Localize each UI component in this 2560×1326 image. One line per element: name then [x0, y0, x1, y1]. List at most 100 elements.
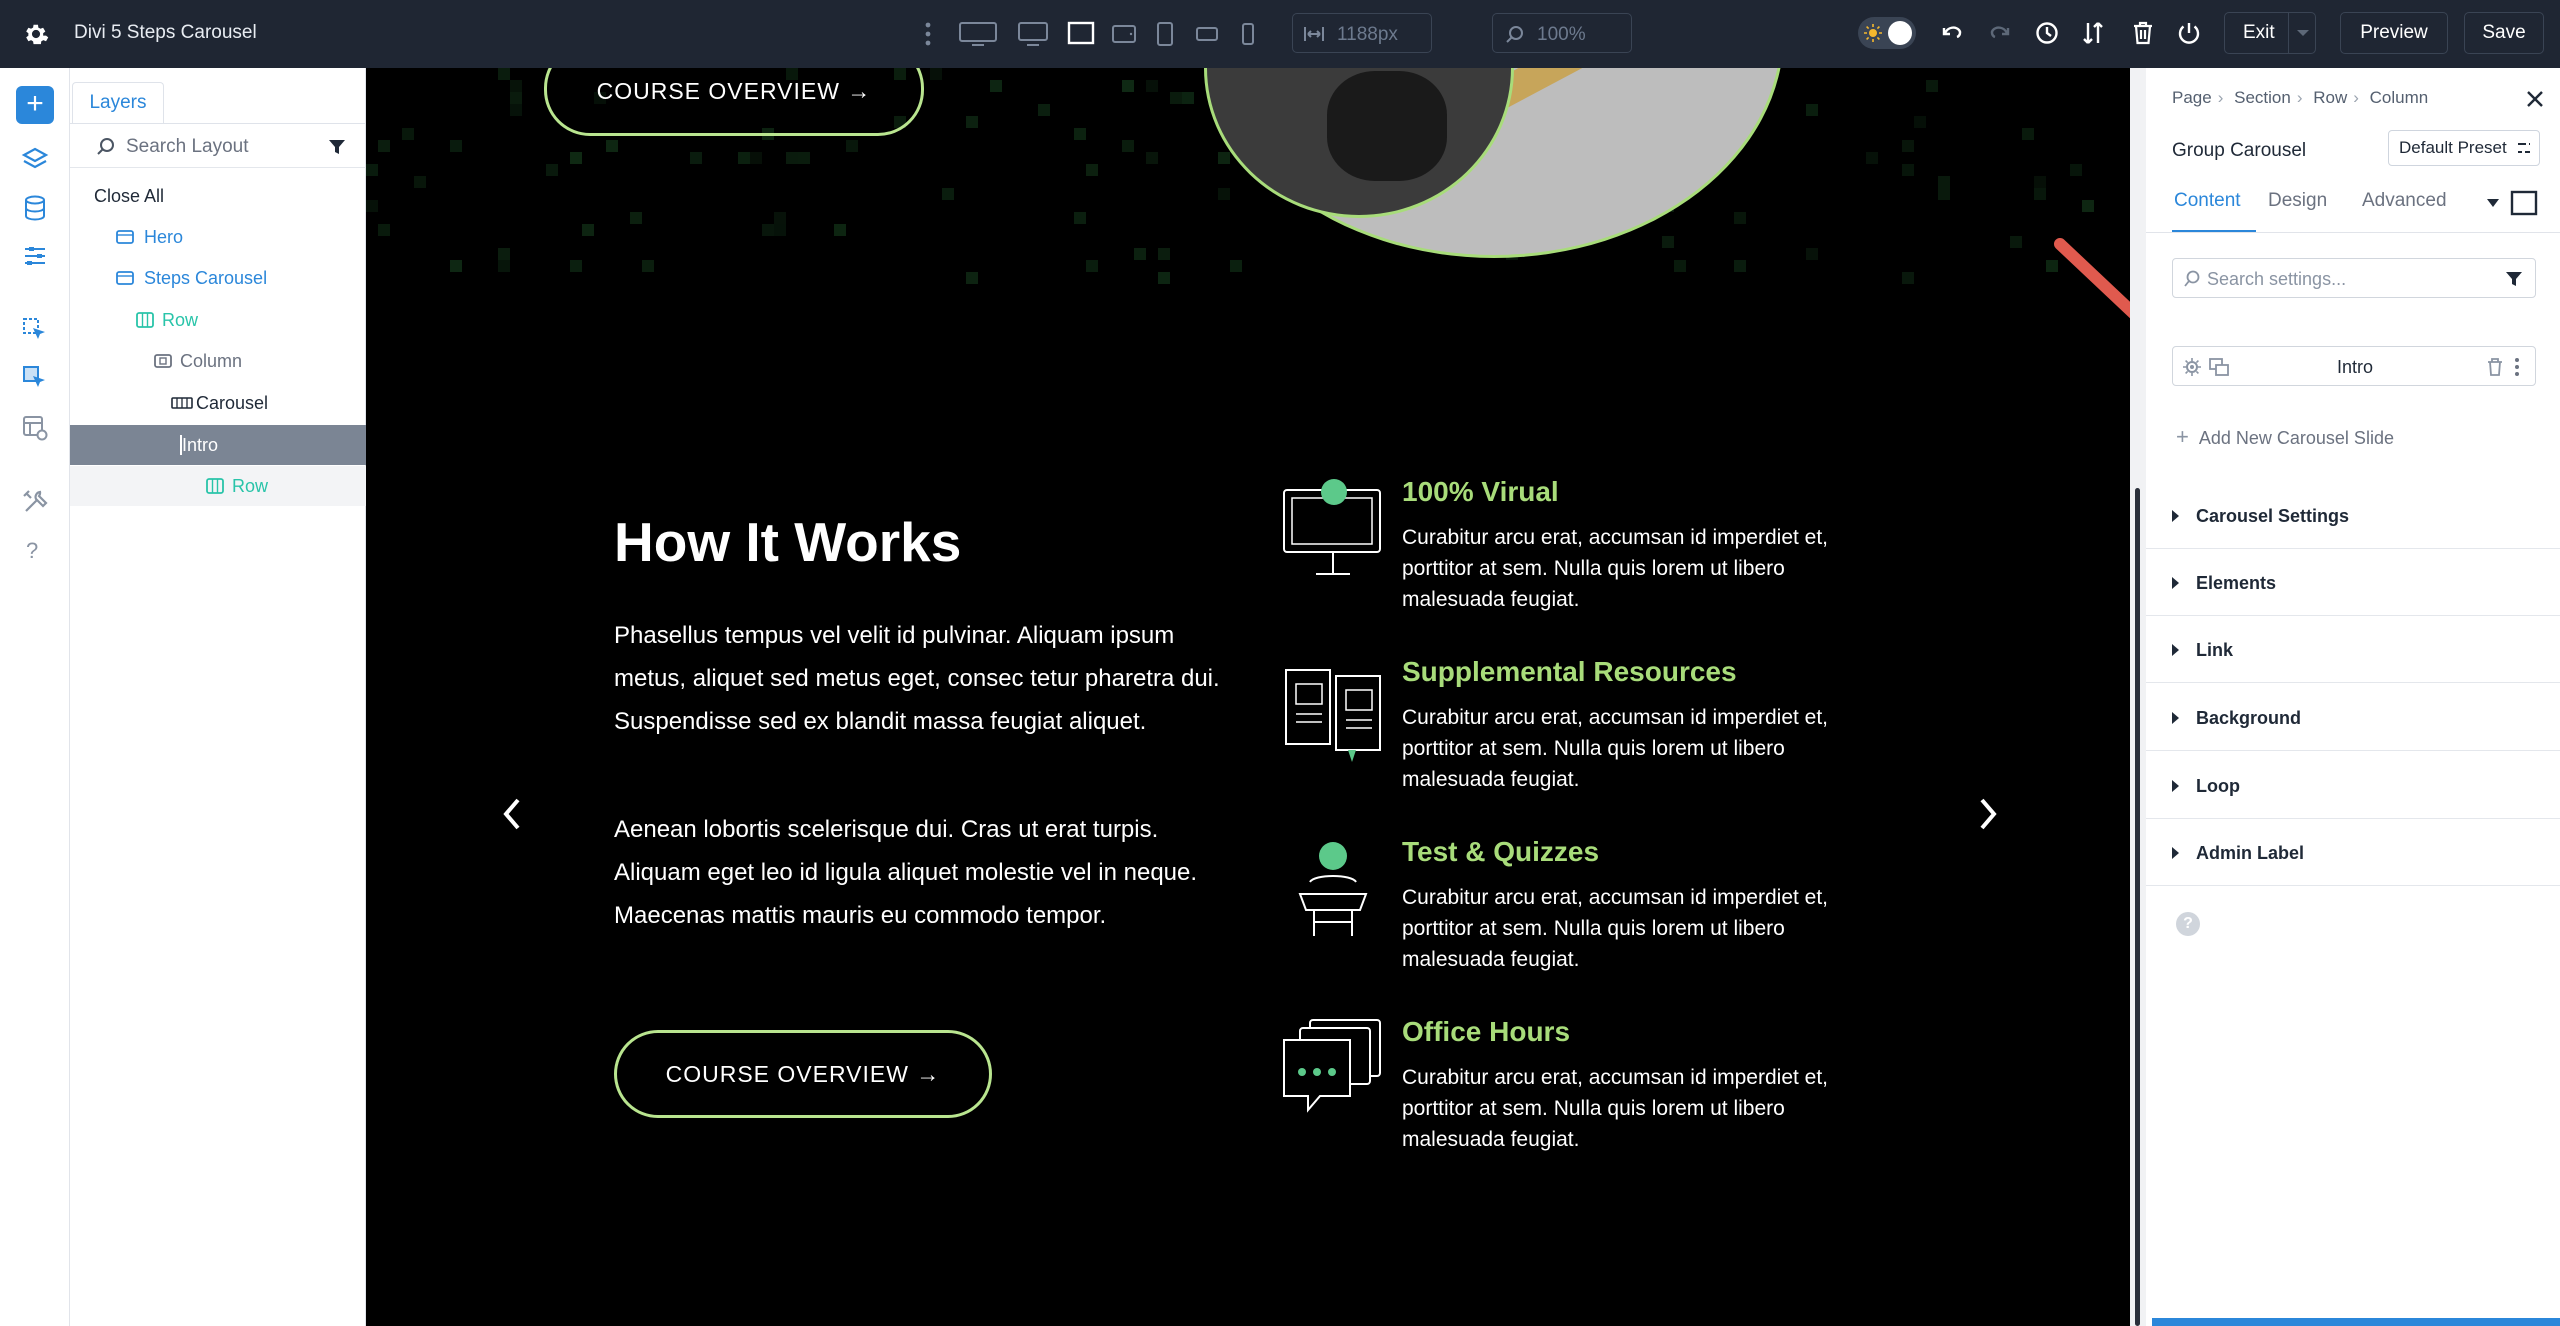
pixel-dot — [1134, 248, 1146, 260]
layer-item-row-child[interactable]: Row — [70, 466, 366, 506]
carousel-slide-item[interactable]: Intro — [2172, 346, 2536, 386]
breadcrumb-item[interactable]: Column — [2370, 88, 2429, 107]
database-icon[interactable] — [21, 194, 49, 222]
layer-item-intro-selected[interactable]: Intro — [70, 425, 366, 465]
pixel-dot — [786, 152, 798, 164]
tab-advanced[interactable]: Advanced — [2362, 190, 2447, 212]
breadcrumb-item[interactable]: Page — [2172, 88, 2212, 107]
tabs-dropdown-icon[interactable] — [2486, 198, 2500, 208]
exit-dropdown[interactable] — [2288, 12, 2316, 54]
redo-icon[interactable] — [1986, 20, 2012, 46]
add-module-button[interactable]: + — [16, 86, 54, 124]
toggle-admin-label[interactable]: Admin Label — [2146, 819, 2560, 886]
breadcrumb-item[interactable]: Row — [2313, 88, 2347, 107]
tablet-landscape-icon[interactable] — [1110, 20, 1138, 48]
breadcrumb: Page › Section › Row › Column — [2172, 88, 2434, 108]
toggle-carousel-settings[interactable]: Carousel Settings — [2146, 482, 2560, 549]
pixel-dot — [378, 224, 390, 236]
tablet-portrait-icon[interactable] — [1154, 20, 1176, 48]
history-clock-icon[interactable] — [2034, 20, 2060, 46]
undo-icon[interactable] — [1940, 20, 1966, 46]
intro-paragraph-1: Phasellus tempus vel velit id pulvinar. … — [614, 622, 1220, 735]
layers-tab[interactable]: Layers — [72, 82, 164, 124]
save-button[interactable]: Save — [2464, 12, 2544, 54]
canvas-width-field[interactable]: 1188px — [1292, 13, 1432, 53]
computer-icon — [1283, 479, 1381, 575]
feature-title: 100% Virual — [1402, 476, 1559, 507]
pixel-dot — [1230, 260, 1242, 272]
panel-expand-icon[interactable] — [2510, 190, 2538, 216]
desktop-icon[interactable] — [1016, 20, 1050, 48]
layers-search[interactable]: Search Layout — [70, 124, 366, 168]
pixel-dot — [570, 260, 582, 272]
trash-icon[interactable] — [2130, 20, 2156, 46]
left-icon-rail: + ? — [0, 68, 70, 1326]
pixel-dot — [570, 152, 582, 164]
trash-icon[interactable] — [2487, 358, 2503, 376]
power-icon[interactable] — [2176, 20, 2202, 46]
pixel-dot — [510, 80, 522, 92]
toggle-knob — [1888, 21, 1912, 45]
sun-icon — [1864, 24, 1882, 42]
feature-body: Curabitur arcu erat, accumsan id imperdi… — [1402, 526, 1829, 611]
course-overview-button[interactable]: COURSE OVERVIEW → — [614, 1030, 992, 1118]
pixel-dot — [450, 260, 462, 272]
close-all-label: Close All — [94, 186, 165, 206]
pixel-dot — [1086, 260, 1098, 272]
camera-graphic — [1327, 71, 1447, 181]
phone-landscape-icon[interactable] — [1194, 20, 1220, 48]
layout-settings-icon[interactable] — [21, 414, 49, 442]
lectern-icon — [1298, 842, 1368, 936]
pixel-dot — [366, 200, 378, 212]
scrollbar-thumb[interactable] — [2135, 488, 2140, 1326]
select-multiple-icon[interactable] — [21, 364, 49, 392]
canvas-scrollbar[interactable] — [2130, 68, 2146, 1326]
filter-icon[interactable] — [328, 138, 346, 156]
sort-arrows-icon[interactable] — [2080, 20, 2106, 46]
tools-icon[interactable] — [21, 488, 49, 516]
layer-item-hero[interactable]: Hero — [70, 217, 366, 257]
toggle-loop[interactable]: Loop — [2146, 752, 2560, 819]
more-vertical-icon[interactable] — [2513, 357, 2521, 377]
toggle-label: Link — [2196, 640, 2234, 660]
save-label: Save — [2482, 22, 2526, 43]
select-cursor-icon[interactable] — [21, 316, 49, 344]
add-slide-label: Add New Carousel Slide — [2198, 428, 2394, 448]
filter-icon[interactable] — [2505, 270, 2523, 288]
toggle-elements[interactable]: Elements — [2146, 549, 2560, 616]
settings-search-input[interactable]: Search settings... — [2172, 258, 2536, 298]
section-heading: How It Works — [614, 511, 962, 573]
layer-item-row[interactable]: Row — [70, 300, 366, 340]
layer-item-carousel[interactable]: Carousel — [70, 383, 366, 423]
close-icon[interactable] — [2526, 90, 2544, 108]
layer-item-column[interactable]: Column — [70, 341, 366, 381]
preview-button[interactable]: Preview — [2340, 12, 2448, 54]
theme-toggle[interactable] — [1858, 17, 1916, 49]
tab-design[interactable]: Design — [2268, 190, 2327, 212]
laptop-icon-active[interactable] — [1066, 20, 1096, 48]
toggle-link[interactable]: Link — [2146, 616, 2560, 683]
layers-icon[interactable] — [21, 146, 49, 174]
add-carousel-slide-button[interactable]: + Add New Carousel Slide — [2176, 424, 2394, 450]
help-question-icon[interactable]: ? — [26, 538, 44, 564]
desktop-wide-icon[interactable] — [958, 20, 998, 48]
top-course-overview-button[interactable]: COURSE OVERVIEW → — [544, 68, 924, 136]
more-vertical-icon[interactable] — [924, 21, 932, 47]
layer-item-steps-carousel[interactable]: Steps Carousel — [70, 258, 366, 298]
breadcrumb-item[interactable]: Section — [2234, 88, 2291, 107]
close-all-button[interactable]: Close All — [70, 176, 366, 216]
zoom-field[interactable]: 100% — [1492, 13, 1632, 53]
toggle-background[interactable]: Background — [2146, 684, 2560, 751]
carousel-prev-arrow-icon[interactable] — [498, 794, 528, 834]
pixel-dot — [1146, 80, 1158, 92]
zoom-search-icon — [1506, 26, 1523, 43]
settings-gear-icon[interactable] — [22, 20, 50, 48]
pixel-dot — [990, 80, 1002, 92]
preset-dropdown[interactable]: Default Preset — [2388, 130, 2540, 166]
phone-portrait-icon[interactable] — [1238, 20, 1258, 48]
sliders-icon[interactable] — [21, 242, 49, 270]
help-icon[interactable]: ? — [2176, 912, 2200, 936]
tab-content[interactable]: Content — [2174, 190, 2241, 212]
pixel-dot — [2082, 200, 2094, 212]
carousel-next-arrow-icon[interactable] — [1972, 794, 2002, 834]
